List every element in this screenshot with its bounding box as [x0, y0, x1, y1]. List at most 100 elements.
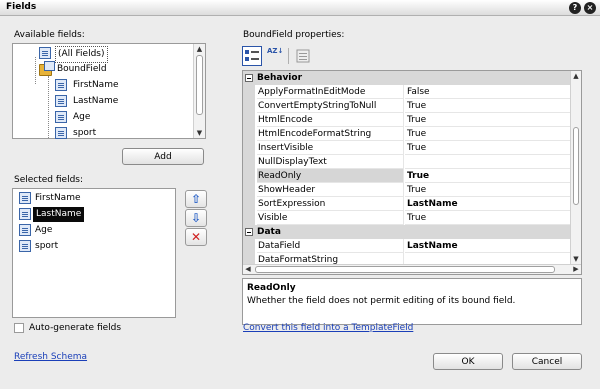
property-value[interactable]: False [405, 85, 571, 99]
property-name: InsertVisible [257, 141, 404, 155]
property-name: Visible [257, 211, 404, 225]
tree-item-label: FirstName [73, 80, 119, 90]
property-value[interactable]: True [405, 113, 571, 127]
property-value[interactable]: LastName [405, 197, 571, 211]
property-row[interactable]: HtmlEncodeFormatString True [243, 127, 571, 141]
move-up-button[interactable]: ⇧ [185, 190, 207, 208]
property-row[interactable]: NullDisplayText [243, 155, 571, 169]
category-data[interactable]: Data [243, 225, 571, 239]
property-name: ReadOnly [257, 169, 404, 183]
sort-az-icon: AZ↓ [267, 47, 284, 55]
list-item-label: LastName [33, 207, 85, 222]
property-value[interactable]: True [405, 169, 571, 183]
close-icon[interactable]: × [584, 2, 596, 14]
scroll-left-icon[interactable]: ◀ [243, 265, 253, 274]
autogenerate-checkbox[interactable] [14, 323, 24, 333]
tree-item-label: LastName [73, 96, 119, 106]
list-item-firstname[interactable]: FirstName [13, 191, 175, 206]
tree-item-label: (All Fields) [55, 46, 108, 63]
list-item-lastname[interactable]: LastName [13, 207, 175, 222]
tree-item-label: BoundField [57, 64, 107, 74]
tree-item-age[interactable]: Age [13, 110, 191, 125]
property-row[interactable]: ConvertEmptyStringToNull True [243, 99, 571, 113]
scroll-thumb[interactable] [255, 266, 555, 273]
property-grid[interactable]: Behavior ApplyFormatInEditMode False Conv… [242, 70, 582, 275]
available-fields-scrollbar[interactable]: ▲ ▼ [193, 44, 205, 138]
arrow-up-icon: ⇧ [190, 192, 202, 206]
categorized-button[interactable] [242, 46, 262, 66]
convert-templatefield-link[interactable]: Convert this field into a TemplateField [243, 323, 413, 333]
property-row[interactable]: HtmlEncode True [243, 113, 571, 127]
property-name: NullDisplayText [257, 155, 404, 169]
field-icon [19, 192, 31, 204]
tree-item-sport[interactable]: sport [13, 126, 191, 141]
help-icon[interactable]: ? [569, 2, 581, 14]
title-bar: Fields ? × [0, 0, 600, 16]
selected-fields-list[interactable]: FirstName LastName Age sport [12, 188, 176, 318]
delete-button[interactable]: ✕ [185, 228, 207, 246]
property-value[interactable]: True [405, 211, 571, 225]
property-value[interactable]: True [405, 127, 571, 141]
properties-toolbar: AZ↓ [242, 45, 582, 67]
property-row[interactable]: InsertVisible True [243, 141, 571, 155]
field-icon [19, 224, 31, 236]
property-row[interactable]: ApplyFormatInEditMode False [243, 85, 571, 99]
toolbar-divider [288, 48, 289, 64]
property-row[interactable]: SortExpression LastName [243, 197, 571, 211]
selected-fields-label: Selected fields: [14, 175, 84, 185]
property-row[interactable]: DataField LastName [243, 239, 571, 253]
category-behavior[interactable]: Behavior [243, 71, 571, 85]
tree-item-firstname[interactable]: FirstName [13, 78, 191, 93]
property-value[interactable]: True [405, 141, 571, 155]
tree-item-label: sport [73, 128, 97, 138]
field-icon [55, 79, 67, 91]
scroll-up-icon[interactable]: ▲ [571, 71, 581, 81]
property-grid-hscrollbar[interactable]: ◀ ▶ [243, 264, 581, 274]
cancel-button[interactable]: Cancel [512, 353, 582, 370]
property-description: ReadOnly Whether the field does not perm… [242, 278, 582, 325]
property-name: ShowHeader [257, 183, 404, 197]
tree-item-boundfield[interactable]: BoundField [13, 61, 191, 77]
description-title: ReadOnly [247, 283, 296, 293]
property-name: HtmlEncode [257, 113, 404, 127]
move-down-button[interactable]: ⇩ [185, 209, 207, 227]
refresh-schema-link[interactable]: Refresh Schema [14, 352, 87, 362]
scroll-down-icon[interactable]: ▼ [194, 128, 205, 138]
scroll-thumb[interactable] [573, 127, 579, 205]
ok-button[interactable]: OK [433, 353, 503, 370]
list-item-sport[interactable]: sport [13, 239, 175, 254]
description-text: Whether the field does not permit editin… [247, 296, 516, 306]
property-name: ApplyFormatInEditMode [257, 85, 404, 99]
collapse-icon[interactable] [245, 228, 253, 236]
property-pages-button[interactable] [293, 46, 313, 66]
property-row-selected[interactable]: ReadOnly True [243, 169, 571, 183]
tree-item-all-fields[interactable]: (All Fields) [13, 46, 191, 63]
property-row[interactable]: ShowHeader True [243, 183, 571, 197]
list-item-age[interactable]: Age [13, 223, 175, 238]
property-value[interactable]: True [405, 99, 571, 113]
scroll-up-icon[interactable]: ▲ [194, 44, 205, 54]
category-label: Behavior [257, 73, 303, 83]
property-grid-vscrollbar[interactable]: ▲ ▼ [570, 71, 581, 264]
window-title: Fields [6, 2, 37, 12]
collapse-icon[interactable] [245, 74, 253, 82]
property-row[interactable]: Visible True [243, 211, 571, 225]
property-value[interactable]: True [405, 183, 571, 197]
scroll-right-icon[interactable]: ▶ [571, 265, 581, 274]
property-value[interactable]: LastName [405, 239, 571, 253]
scroll-down-icon[interactable]: ▼ [571, 254, 581, 264]
list-item-label: FirstName [35, 193, 81, 203]
property-pages-icon [296, 49, 310, 63]
alphabetical-button[interactable]: AZ↓ [264, 46, 284, 66]
field-icon [39, 47, 51, 59]
property-value[interactable] [405, 155, 571, 169]
tree-item-lastname[interactable]: LastName [13, 94, 191, 109]
scroll-thumb[interactable] [196, 55, 203, 115]
property-name: ConvertEmptyStringToNull [257, 99, 404, 113]
list-item-label: sport [35, 241, 59, 251]
add-button[interactable]: Add [122, 148, 204, 165]
available-fields-tree[interactable]: (All Fields) BoundField FirstName LastNa… [12, 43, 206, 139]
property-name: HtmlEncodeFormatString [257, 127, 404, 141]
available-fields-label: Available fields: [14, 30, 85, 40]
properties-label: BoundField properties: [243, 30, 345, 40]
